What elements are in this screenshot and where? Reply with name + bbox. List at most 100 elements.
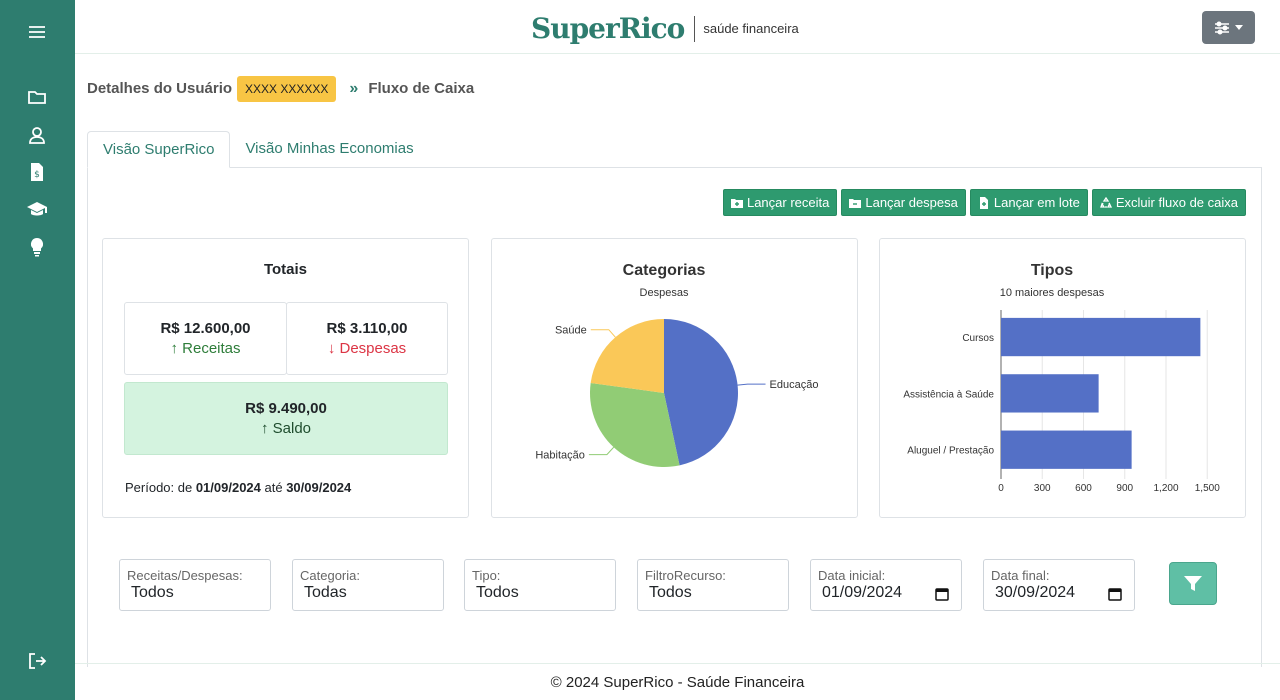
file-plus-icon (979, 196, 988, 209)
categorias-card: Categorias Despesas Educação Habitação Saú… (491, 238, 858, 518)
filter-value: 01/09/2024 (822, 584, 903, 601)
sidebar: $ (0, 0, 75, 700)
footer: © 2024 SuperRico - Saúde Financeira (75, 663, 1280, 700)
receitas-label: ↑ Receitas (170, 340, 241, 357)
pie-title: Categorias (623, 262, 706, 279)
filter-label: FiltroRecurso: (645, 568, 726, 583)
totals-card: Totais R$ 12.600,00 ↑ Receitas R$ 3.110,… (102, 238, 469, 518)
filter-value: Todos (131, 584, 174, 601)
pie-label: Habitação (535, 450, 585, 462)
graduation-cap-icon[interactable] (26, 198, 48, 220)
bar-x-tick-label: 300 (1034, 483, 1051, 494)
filter-value: Todos (649, 584, 692, 601)
filter-value: 30/09/2024 (995, 584, 1076, 601)
lightbulb-icon[interactable] (26, 236, 48, 258)
tipos-bar-chart: Tipos 10 maiores despesas 0 300 600 900 1,20… (903, 262, 1220, 494)
saldo-label: ↑ Saldo (260, 420, 312, 437)
bar-title: Tipos (1031, 262, 1073, 279)
breadcrumb: Detalhes do Usuário XXXX XXXXXX » Fluxo … (87, 75, 474, 102)
pie-leader-line (588, 446, 615, 456)
filter-label: Receitas/Despesas: (127, 568, 243, 583)
totals-title: Totais (263, 261, 308, 278)
lancar-despesa-button[interactable]: Lançar despesa (841, 189, 966, 216)
pie-label: Saúde (555, 325, 587, 337)
filter-icon (1184, 575, 1202, 591)
bar-x-tick-label: 900 (1116, 483, 1133, 494)
lancar-em-lote-button[interactable]: Lançar em lote (969, 189, 1088, 216)
breadcrumb-user-label[interactable]: Detalhes do Usuário (87, 80, 232, 97)
action-toolbar: Lançar receita Lançar despesa Lançar em … (722, 189, 1246, 216)
pie-leader-line (737, 383, 766, 386)
calendar-icon[interactable] (1108, 587, 1122, 601)
calendar-icon[interactable] (935, 587, 949, 601)
bar-category-label: Assistência à Saúde (903, 389, 994, 400)
periodo-mid: até (260, 480, 287, 495)
logo[interactable]: SuperRico saúde financeira (531, 12, 799, 45)
despesas-box: R$ 3.110,00 ↓ Despesas (286, 302, 448, 375)
menu-icon[interactable] (26, 21, 48, 43)
chevron-down-icon (1235, 25, 1243, 30)
bar-category-label: Aluguel / Prestação (907, 446, 994, 457)
tab-visao-minhas-economias[interactable]: Visão Minhas Economias (230, 131, 428, 168)
pie-leader-line (590, 329, 616, 338)
filtro-recurso-select[interactable]: FiltroRecurso: Todos (637, 559, 789, 611)
bar-subtitle: 10 maiores despesas (1000, 287, 1105, 299)
tabs: Visão SuperRico Visão Minhas Economias (87, 131, 429, 168)
folder-plus-icon (730, 198, 743, 208)
categoria-select[interactable]: Categoria: Todas (292, 559, 444, 611)
receitas-box: R$ 12.600,00 ↑ Receitas (124, 302, 287, 375)
user-name-badge: XXXX XXXXXX (237, 75, 337, 102)
despesas-label: ↓ Despesas (327, 340, 407, 357)
settings-dropdown-button[interactable] (1202, 11, 1255, 44)
bar-x-tick-label: 0 (998, 483, 1004, 494)
lancar-despesa-label: Lançar despesa (865, 195, 958, 210)
despesas-value: R$ 3.110,00 (326, 320, 408, 337)
tab-visao-superrico[interactable]: Visão SuperRico (87, 131, 231, 168)
saldo-value: R$ 9.490,00 (245, 400, 327, 417)
saldo-box: R$ 9.490,00 ↑ Saldo (124, 382, 448, 455)
bar-x-tick-label: 1,200 (1153, 483, 1178, 494)
filter-value: Todos (476, 584, 519, 601)
sliders-icon (1215, 20, 1229, 35)
recycle-icon (1099, 196, 1112, 208)
pie-slice-0[interactable] (664, 319, 739, 466)
excluir-fluxo-label: Excluir fluxo de caixa (1115, 195, 1238, 210)
data-final-input[interactable]: Data final: 30/09/2024 (983, 559, 1135, 611)
periodo-prefix: Período: de (125, 480, 196, 495)
data-inicial-input[interactable]: Data inicial: 01/09/2024 (810, 559, 962, 611)
folder-icon[interactable] (26, 86, 48, 108)
filter-label: Categoria: (300, 568, 360, 583)
filter-value: Todas (304, 584, 347, 601)
bar-1[interactable] (1001, 374, 1099, 413)
user-icon[interactable] (26, 124, 48, 146)
breadcrumb-current: Fluxo de Caixa (368, 80, 475, 97)
logo-text: SuperRico (531, 12, 685, 45)
bar-0[interactable] (1001, 317, 1201, 357)
pie-label: Educação (770, 379, 819, 391)
pie-subtitle: Despesas (640, 287, 689, 299)
lancar-receita-label: Lançar receita (746, 195, 830, 210)
logo-subtitle: saúde financeira (703, 21, 799, 36)
receitas-value: R$ 12.600,00 (160, 320, 251, 337)
bar-x-tick-label: 1,500 (1195, 483, 1220, 494)
breadcrumb-separator-icon: » (349, 79, 359, 97)
svg-text:$: $ (34, 170, 40, 180)
invoice-icon[interactable]: $ (26, 161, 48, 183)
logo-separator (694, 15, 696, 42)
lancar-em-lote-label: Lançar em lote (993, 195, 1080, 210)
periodo-text: Período: de 01/09/2024 até 30/09/2024 (125, 480, 351, 495)
apply-filter-button[interactable] (1169, 562, 1217, 605)
periodo-end: 30/09/2024 (286, 480, 352, 495)
receitas-despesas-select[interactable]: Receitas/Despesas: Todos (119, 559, 271, 611)
tipo-select[interactable]: Tipo: Todos (464, 559, 616, 611)
top-header: SuperRico saúde financeira (75, 0, 1280, 54)
filter-label: Data inicial: (818, 568, 886, 583)
lancar-receita-button[interactable]: Lançar receita (722, 189, 838, 216)
bar-2[interactable] (1001, 430, 1132, 469)
bar-x-tick-label: 600 (1075, 483, 1092, 494)
tipos-card: Tipos 10 maiores despesas 0 300 600 900 1,20… (879, 238, 1246, 518)
logout-icon[interactable] (26, 650, 48, 672)
excluir-fluxo-button[interactable]: Excluir fluxo de caixa (1091, 189, 1246, 216)
periodo-start: 01/09/2024 (195, 480, 261, 495)
categorias-pie-chart: Categorias Despesas Educação Habitação Saú… (535, 262, 819, 467)
